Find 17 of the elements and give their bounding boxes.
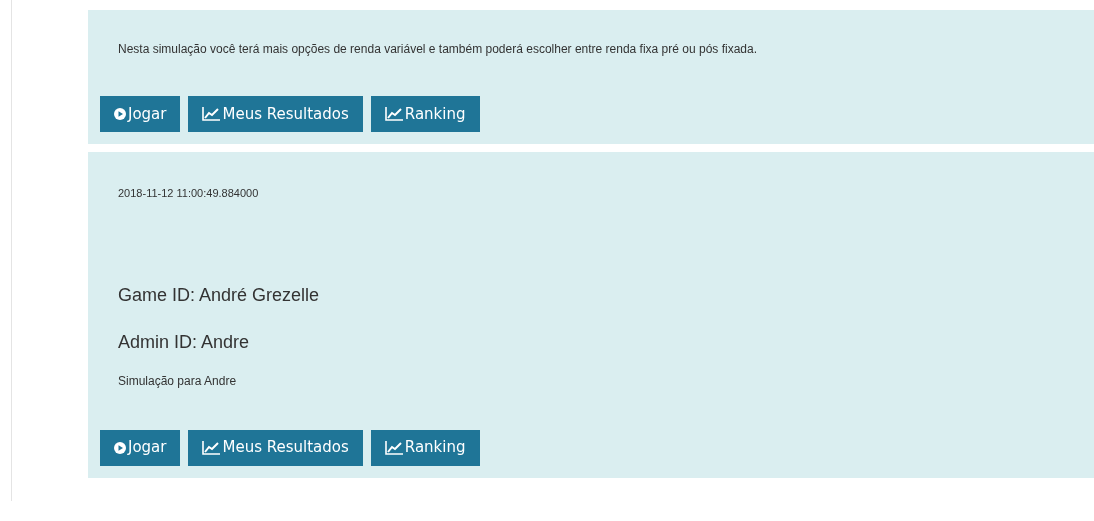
results-button[interactable]: Meus Resultados — [188, 96, 363, 132]
results-button[interactable]: Ranking — [370, 429, 480, 466]
results-button[interactable]: Meus Resultados — [188, 429, 363, 466]
line-chart-icon — [384, 440, 403, 455]
line-chart-icon — [384, 107, 403, 121]
results-button[interactable]: Ranking — [370, 96, 480, 132]
description: Simulação para Andre — [118, 372, 238, 390]
play-icon — [114, 108, 126, 120]
admin-id: Admin ID: Andre — [118, 330, 251, 354]
description: Nesta simulação você terá mais opções de renda variável e também poderá escolher entre renda fixa pré ou pós fixada. — [118, 41, 759, 58]
line-chart-icon — [202, 107, 221, 121]
play-button[interactable]: Jogar — [100, 96, 181, 132]
play-button[interactable]: Jogar — [100, 429, 181, 466]
game-id: Game ID: André Grezelle — [118, 283, 321, 307]
timestamp: 2018-11-12 11:00:49.884000 — [118, 186, 260, 201]
line-chart-icon — [202, 440, 221, 455]
play-icon — [114, 441, 126, 454]
